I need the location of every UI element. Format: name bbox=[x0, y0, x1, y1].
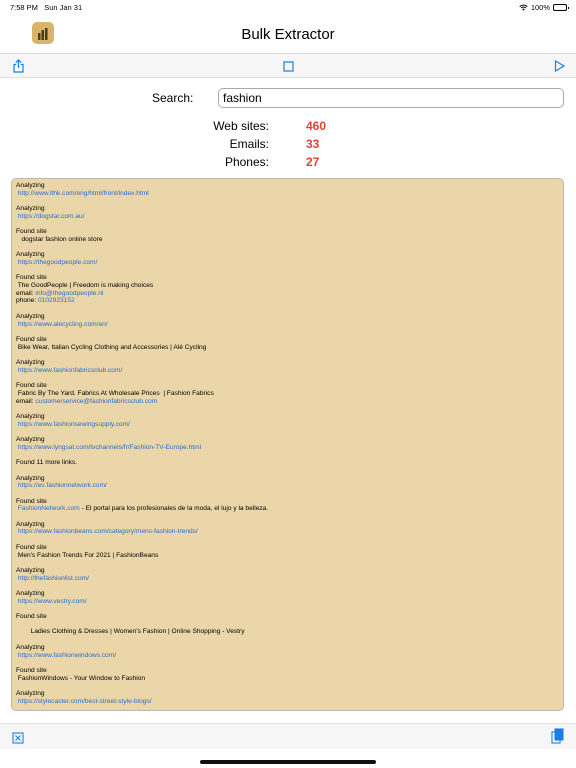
battery-icon bbox=[553, 4, 569, 11]
log-entry: Found site Men's Fashion Trends For 2021… bbox=[16, 544, 559, 559]
log-line: Analyzing bbox=[16, 590, 45, 597]
log-link[interactable]: https://www.fashionsewingsupply.com/ bbox=[16, 421, 559, 429]
page-title: Bulk Extractor bbox=[241, 26, 335, 43]
log-entry: Found 11 more links. bbox=[16, 459, 559, 467]
log-line: Analyzing bbox=[16, 566, 45, 574]
log-link[interactable]: https://www.vestry.com/ bbox=[16, 598, 559, 606]
log-line: Found site bbox=[16, 382, 47, 390]
log-line: Analyzing bbox=[16, 520, 45, 528]
log-line: Found site bbox=[16, 497, 47, 505]
log-line: Bike Wear, Italian Cycling Clothing and … bbox=[16, 343, 207, 351]
log-line: Found site bbox=[16, 228, 47, 236]
phones-label: Phones: bbox=[224, 155, 269, 169]
log-entry: Analyzing https://www.fashionfabricsclub… bbox=[16, 359, 559, 374]
home-indicator bbox=[200, 760, 376, 764]
log-entry: Found site dogstar fashion online store bbox=[16, 228, 559, 243]
log-line: dogstar fashion online store bbox=[16, 235, 103, 243]
log-entry: Analyzing https://www.fashionbeans.com/c… bbox=[16, 521, 559, 536]
log-link[interactable]: https://www.fashionbeans.com/category/me… bbox=[16, 528, 559, 536]
log-entry: Analyzing https://www.fashionwindows.com… bbox=[16, 644, 559, 659]
status-right: 100% bbox=[519, 3, 569, 12]
log-entry: Found site The GoodPeople | Freedom is m… bbox=[16, 274, 559, 305]
play-icon[interactable] bbox=[551, 58, 567, 74]
log-entry: Analyzing http://www.lthk.com/eng/html/f… bbox=[16, 182, 559, 197]
status-time: 7:58 PM Sun Jan 31 bbox=[10, 3, 83, 12]
status-bar: 7:58 PM Sun Jan 31 100% bbox=[0, 0, 576, 16]
log-line: Analyzing bbox=[16, 643, 45, 651]
log-line: email: info@thegoodpeople.nl bbox=[16, 289, 104, 297]
log-link[interactable]: http://www.lthk.com/eng/html/front/index… bbox=[16, 190, 559, 198]
copy-icon[interactable] bbox=[549, 728, 565, 744]
emails-label: Emails: bbox=[229, 137, 269, 151]
log-entry: Analyzing https://www.lyngsat.com/tvchan… bbox=[16, 436, 559, 451]
log-entry: Analyzing https://es.fashionnetwork.com/ bbox=[16, 475, 559, 490]
clear-icon[interactable] bbox=[10, 730, 26, 746]
battery-percent: 100% bbox=[530, 3, 550, 12]
emails-count: 33 bbox=[306, 137, 320, 151]
log-link[interactable]: https://www.fashionfabricsclub.com/ bbox=[16, 367, 559, 375]
log-line: Analyzing bbox=[16, 690, 45, 698]
log-line: FashionWindows - Your Window to Fashion bbox=[16, 674, 146, 682]
log-line: Analyzing bbox=[16, 205, 45, 213]
log-line: Found 11 more links. bbox=[16, 459, 78, 467]
log-line: The GoodPeople | Freedom is making choic… bbox=[16, 282, 154, 290]
websites-label: Web sites: bbox=[213, 119, 269, 133]
bottom-toolbar bbox=[0, 723, 576, 749]
log-entry: Analyzing https://stylecaster.com/best-s… bbox=[16, 690, 559, 705]
log-entry: Found site Fabric By The Yard. Fabrics A… bbox=[16, 382, 559, 405]
log-line: Found site bbox=[16, 335, 47, 343]
log-entry: Found site Ladies Clothing & Dresses | W… bbox=[16, 613, 559, 636]
wifi-icon bbox=[519, 4, 528, 11]
log-line: Analyzing bbox=[16, 182, 45, 189]
log-link[interactable]: https://www.lyngsat.com/tvchannels/fr/Fa… bbox=[16, 444, 559, 452]
log-link[interactable]: https://www.alecycling.com/en/ bbox=[16, 321, 559, 329]
log-entry: Analyzing http://thefashionlist.com/ bbox=[16, 567, 559, 582]
log-entry: Analyzing https://www.vestry.com/ bbox=[16, 590, 559, 605]
log-link[interactable]: http://thefashionlist.com/ bbox=[16, 575, 559, 583]
log-line: Fabric By The Yard. Fabrics At Wholesale… bbox=[16, 389, 214, 397]
log-line: Analyzing bbox=[16, 251, 45, 259]
log-line: Analyzing bbox=[16, 436, 45, 444]
navigation-bar: Bulk Extractor bbox=[0, 16, 576, 54]
share-icon[interactable] bbox=[10, 58, 26, 74]
log-link[interactable]: FashionNetwork.com - El portal para los … bbox=[16, 505, 559, 513]
log-entry: Analyzing https://www.alecycling.com/en/ bbox=[16, 313, 559, 328]
log-entry: Found site FashionNetwork.com - El porta… bbox=[16, 498, 559, 513]
log-entry: Found site FashionWindows - Your Window … bbox=[16, 667, 559, 682]
log-line: Found site bbox=[16, 543, 47, 551]
log-line: Analyzing bbox=[16, 359, 45, 367]
log-entry: Found site Bike Wear, Italian Cycling Cl… bbox=[16, 336, 559, 351]
log-line: Found site bbox=[16, 274, 47, 282]
websites-count: 460 bbox=[306, 119, 327, 133]
log-link[interactable]: https://thegoodpeople.com/ bbox=[16, 259, 559, 267]
log-line: phone: 0102923152 bbox=[16, 297, 75, 305]
log-line: Analyzing bbox=[16, 312, 45, 320]
log-link[interactable]: https://es.fashionnetwork.com/ bbox=[16, 482, 559, 490]
stop-icon[interactable] bbox=[280, 58, 296, 74]
log-output[interactable]: Analyzing http://www.lthk.com/eng/html/f… bbox=[11, 178, 564, 711]
log-entry: Analyzing https://thegoodpeople.com/ bbox=[16, 251, 559, 266]
log-entry: Analyzing https://dogstar.com.au/ bbox=[16, 205, 559, 220]
log-line: email: customerservice@fashionfabricsclu… bbox=[16, 397, 158, 405]
search-input[interactable] bbox=[218, 88, 564, 108]
log-entry: Analyzing https://www.fashionsewingsuppl… bbox=[16, 413, 559, 428]
search-label: Search: bbox=[152, 91, 194, 105]
log-link[interactable]: https://stylecaster.com/best-street-styl… bbox=[16, 698, 559, 706]
phones-count: 27 bbox=[306, 155, 320, 169]
log-link[interactable]: https://www.fashionwindows.com/ bbox=[16, 652, 559, 660]
log-line: Ladies Clothing & Dresses | Women's Fash… bbox=[16, 628, 245, 636]
log-line: Men's Fashion Trends For 2021 | FashionB… bbox=[16, 551, 159, 559]
log-line: Analyzing bbox=[16, 474, 45, 482]
log-line: Analyzing bbox=[16, 412, 45, 420]
log-link[interactable]: https://dogstar.com.au/ bbox=[16, 213, 559, 221]
log-line: Found site bbox=[16, 613, 47, 621]
toolbar bbox=[0, 54, 576, 78]
log-line: Found site bbox=[16, 666, 47, 674]
